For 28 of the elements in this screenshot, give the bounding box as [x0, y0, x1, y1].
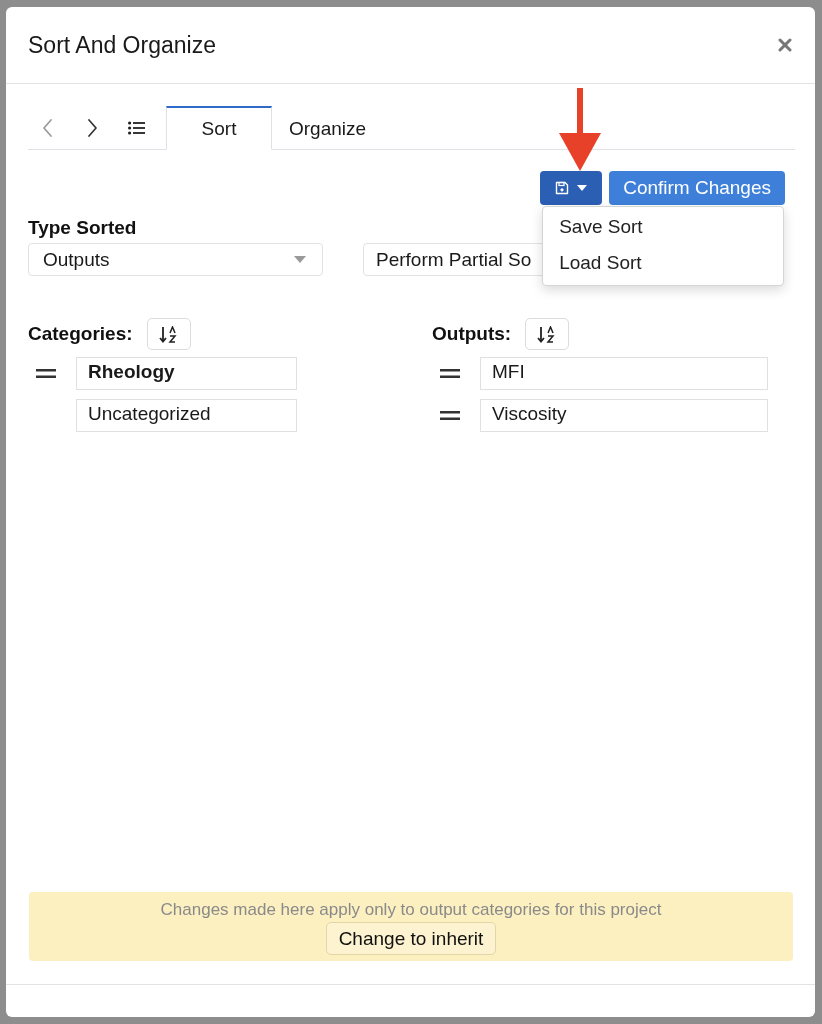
- outputs-label: Outputs:: [432, 323, 512, 345]
- confirm-button[interactable]: Confirm Changes: [609, 171, 785, 205]
- chevron-right-icon: [87, 118, 97, 137]
- type-select[interactable]: Outputs: [28, 243, 323, 276]
- chevron-left-icon: [43, 118, 53, 137]
- sort-button[interactable]: [146, 318, 191, 350]
- drag-handle-icon[interactable]: [36, 369, 56, 378]
- drag-handle-icon[interactable]: [440, 369, 460, 378]
- field-label: Type Sorted: [28, 217, 137, 239]
- caret-icon: [577, 185, 588, 191]
- sort-icon: [158, 325, 179, 343]
- category-item[interactable]: Rheology: [76, 357, 297, 390]
- dialog-title: Sort And Organize: [28, 31, 216, 59]
- sort-button[interactable]: [525, 318, 570, 350]
- category-item[interactable]: Uncategorized: [76, 399, 297, 432]
- list-icon: [127, 120, 145, 135]
- categories-label: Categories:: [28, 323, 133, 345]
- drag-handle-icon[interactable]: [440, 411, 460, 420]
- notice-text: Changes made here apply only to output categories for this project: [160, 900, 662, 920]
- tab[interactable]: Organize: [272, 106, 384, 150]
- inherit-button[interactable]: Change to inherit: [325, 922, 497, 955]
- save-dropdown-button[interactable]: [540, 171, 603, 205]
- menu-item[interactable]: Save Sort: [543, 209, 784, 245]
- close-icon[interactable]: [778, 38, 792, 52]
- output-item[interactable]: MFI: [480, 357, 768, 390]
- output-item[interactable]: Viscosity: [480, 399, 768, 432]
- tab[interactable]: Sort: [166, 106, 272, 150]
- caret-icon: [294, 256, 306, 263]
